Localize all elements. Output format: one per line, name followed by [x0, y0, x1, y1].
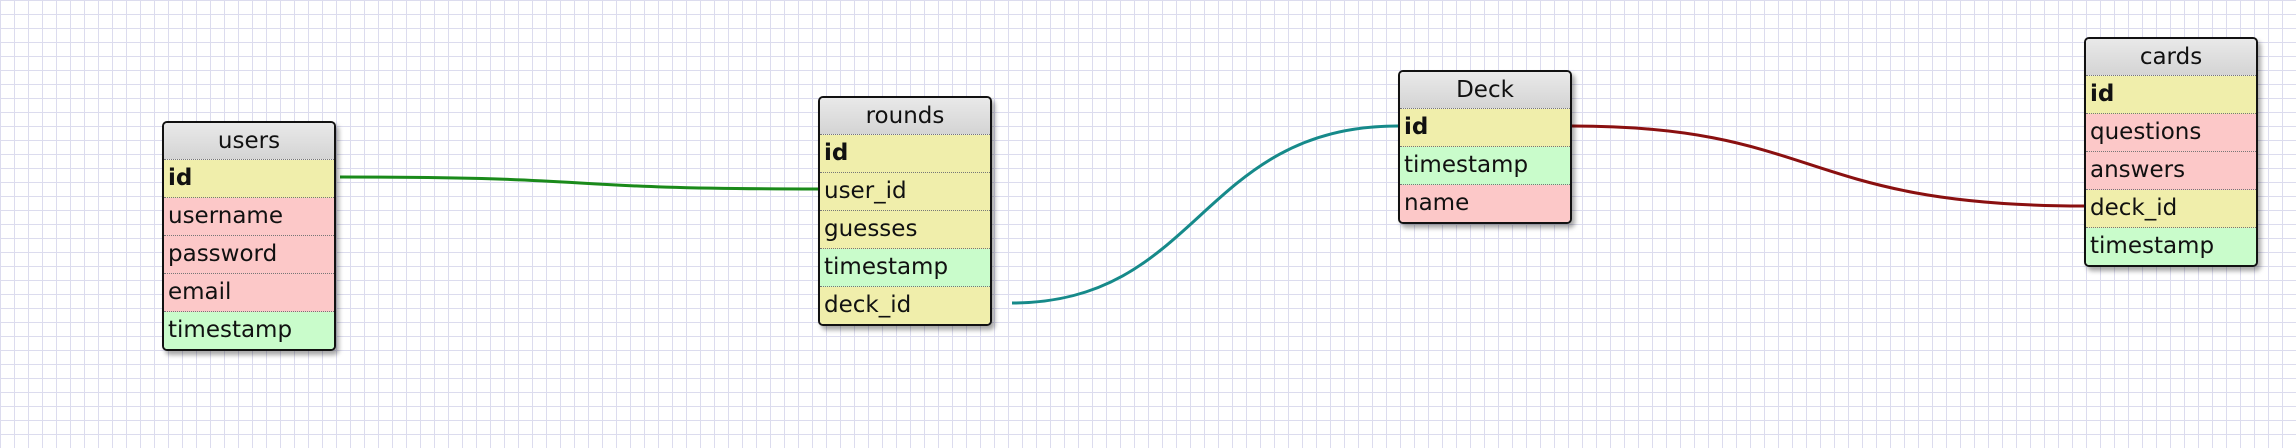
field-users-id[interactable]: id [164, 160, 334, 198]
field-rounds-id[interactable]: id [820, 135, 990, 173]
field-deck-id[interactable]: id [1400, 109, 1570, 147]
table-deck-header[interactable]: Deck [1400, 72, 1570, 109]
field-users-username[interactable]: username [164, 198, 334, 236]
field-users-timestamp[interactable]: timestamp [164, 312, 334, 349]
table-users-header[interactable]: users [164, 123, 334, 160]
table-cards[interactable]: cards id questions answers deck_id times… [2084, 37, 2258, 267]
field-cards-id[interactable]: id [2086, 76, 2256, 114]
field-users-email[interactable]: email [164, 274, 334, 312]
field-cards-deck-id[interactable]: deck_id [2086, 190, 2256, 228]
field-rounds-user-id[interactable]: user_id [820, 173, 990, 211]
field-cards-answers[interactable]: answers [2086, 152, 2256, 190]
field-rounds-timestamp[interactable]: timestamp [820, 249, 990, 287]
field-cards-timestamp[interactable]: timestamp [2086, 228, 2256, 265]
relation-users-id-to-rounds-user-id [339, 175, 821, 191]
relationship-links [339, 124, 2085, 305]
field-deck-name[interactable]: name [1400, 185, 1570, 222]
field-deck-timestamp[interactable]: timestamp [1400, 147, 1570, 185]
field-cards-questions[interactable]: questions [2086, 114, 2256, 152]
table-rounds-header[interactable]: rounds [820, 98, 990, 135]
relation-deck-id-to-cards-deck-id [1571, 124, 2085, 208]
field-rounds-deck-id[interactable]: deck_id [820, 287, 990, 324]
table-deck[interactable]: Deck id timestamp name [1398, 70, 1572, 224]
field-users-password[interactable]: password [164, 236, 334, 274]
table-rounds[interactable]: rounds id user_id guesses timestamp deck… [818, 96, 992, 326]
relation-rounds-deck-id-to-deck-id [1011, 124, 1399, 305]
table-cards-header[interactable]: cards [2086, 39, 2256, 76]
table-users[interactable]: users id username password email timesta… [162, 121, 336, 351]
field-rounds-guesses[interactable]: guesses [820, 211, 990, 249]
